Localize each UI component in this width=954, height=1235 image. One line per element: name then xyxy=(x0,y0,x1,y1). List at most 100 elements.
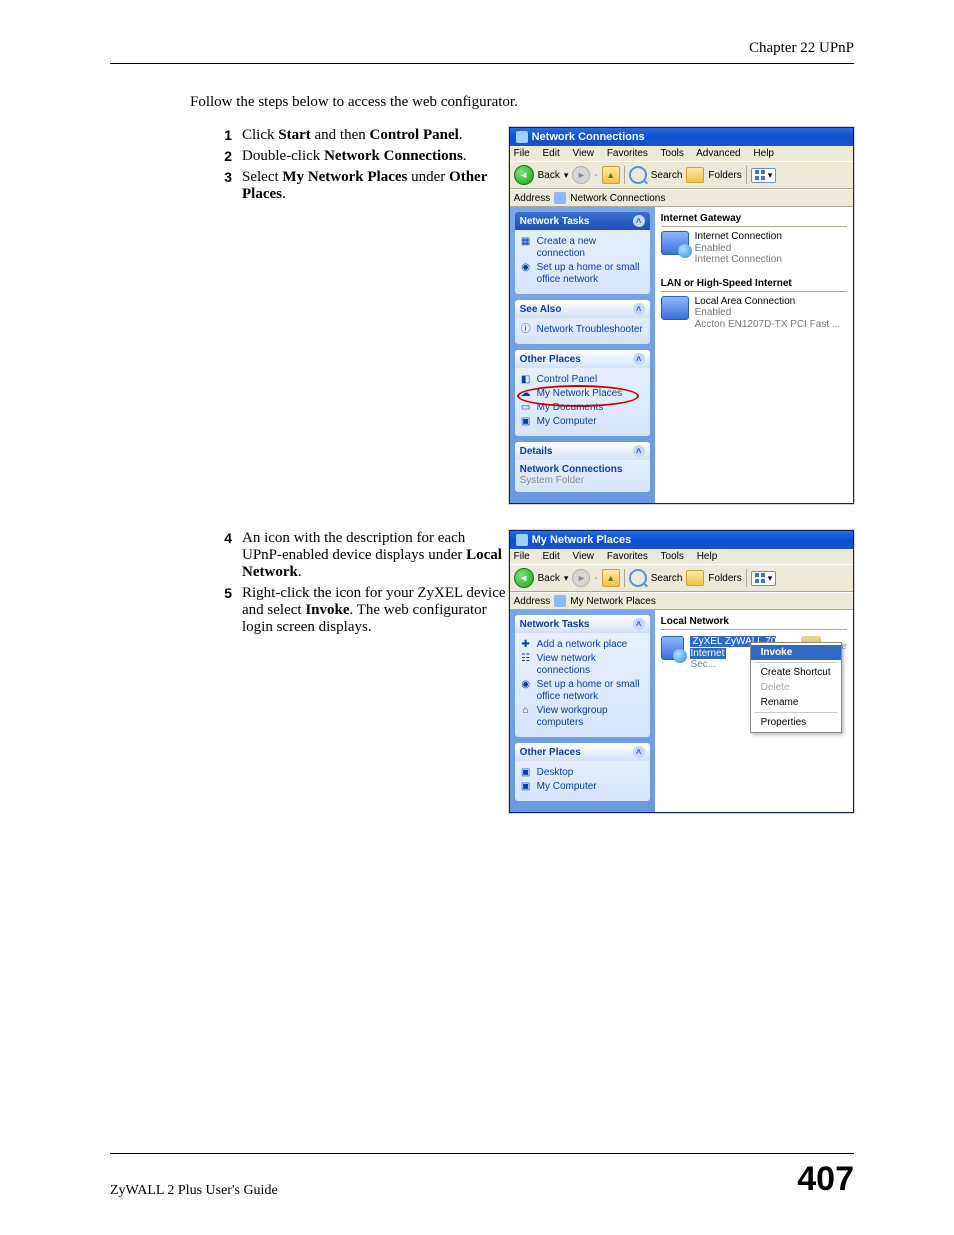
collapse-icon[interactable]: ˄ xyxy=(633,746,645,758)
folders-icon xyxy=(686,167,704,183)
toolbar: ◄ Back ▾ ► - ▲ Search Folders ▾ xyxy=(510,161,853,189)
connection-status: Enabled xyxy=(695,243,782,255)
step-num: 4 xyxy=(210,530,242,581)
place-link[interactable]: ▣My Computer xyxy=(520,416,645,428)
menu-item[interactable]: Tools xyxy=(661,551,684,562)
app-icon xyxy=(516,534,528,546)
task-link[interactable]: ✚Add a network place xyxy=(520,639,645,651)
menu-item[interactable]: Edit xyxy=(543,148,560,159)
details-name: Network Connections xyxy=(520,464,645,475)
step-body: An icon with the description for each UP… xyxy=(242,530,509,581)
panel-header[interactable]: Other Places˄ xyxy=(515,743,650,761)
internet-gateway-icon xyxy=(661,231,689,255)
views-icon xyxy=(755,573,767,583)
my-network-places-window: My Network Places File Edit View Favorit… xyxy=(509,530,854,813)
menu-item-delete: Delete xyxy=(751,680,841,695)
folders-button[interactable]: Folders xyxy=(708,573,741,584)
connection-item[interactable]: Local Area Connection Enabled Accton EN1… xyxy=(661,296,847,331)
back-dropdown-icon[interactable]: ▾ xyxy=(564,573,569,584)
window-titlebar[interactable]: My Network Places xyxy=(510,531,853,549)
menu-item[interactable]: Help xyxy=(753,148,774,159)
back-button[interactable]: ◄ xyxy=(514,568,534,588)
panel-header[interactable]: Network Tasks˄ xyxy=(515,615,650,633)
collapse-icon[interactable]: ˄ xyxy=(633,618,645,630)
menu-item-rename[interactable]: Rename xyxy=(751,695,841,710)
place-link[interactable]: ▣My Computer xyxy=(520,781,645,793)
left-task-pane: Network Tasks˄ ▦Create a new connection … xyxy=(510,207,655,503)
menu-item[interactable]: File xyxy=(514,148,530,159)
connection-via: Internet Connection xyxy=(695,254,782,266)
menu-item[interactable]: View xyxy=(573,148,595,159)
task-link[interactable]: ☷View network connections xyxy=(520,653,645,677)
menu-item[interactable]: Favorites xyxy=(607,551,648,562)
page-footer: ZyWALL 2 Plus User's Guide 407 xyxy=(110,1153,854,1199)
computer-icon: ▣ xyxy=(520,416,532,428)
guide-name: ZyWALL 2 Plus User's Guide xyxy=(110,1183,278,1199)
panel-header[interactable]: Other Places˄ xyxy=(515,350,650,368)
back-button[interactable]: ◄ xyxy=(514,165,534,185)
back-arrow-icon: ◄ xyxy=(519,573,528,583)
connection-item[interactable]: Internet Connection Enabled Internet Con… xyxy=(661,231,847,266)
back-label[interactable]: Back xyxy=(538,170,560,181)
task-link[interactable]: ◉Set up a home or small office network xyxy=(520,679,645,703)
task-link[interactable]: ◉Set up a home or small office network xyxy=(520,262,645,286)
address-label: Address xyxy=(514,596,551,607)
steps-a: 1 Click Start and then Control Panel. 2 … xyxy=(210,127,509,203)
menu-item-invoke[interactable]: Invoke xyxy=(751,645,841,660)
window-titlebar[interactable]: Network Connections xyxy=(510,128,853,146)
panel-header[interactable]: Network Tasks˄ xyxy=(515,212,650,230)
menu-bar[interactable]: File Edit View Favorites Tools Advanced … xyxy=(510,146,853,161)
step-body: Right-click the icon for your ZyXEL devi… xyxy=(242,585,509,636)
folders-button[interactable]: Folders xyxy=(708,170,741,181)
collapse-icon[interactable]: ˄ xyxy=(633,353,645,365)
menu-item[interactable]: Tools xyxy=(661,148,684,159)
collapse-icon[interactable]: ˄ xyxy=(633,303,645,315)
page-number: 407 xyxy=(797,1160,854,1199)
panel-header[interactable]: See Also˄ xyxy=(515,300,650,318)
back-label[interactable]: Back xyxy=(538,573,560,584)
step-body: Double-click Network Connections. xyxy=(242,148,509,165)
menu-bar[interactable]: File Edit View Favorites Tools Help xyxy=(510,549,853,564)
task-link[interactable]: ⓘNetwork Troubleshooter xyxy=(520,324,645,336)
step-body: Click Start and then Control Panel. xyxy=(242,127,509,144)
menu-item[interactable]: File xyxy=(514,551,530,562)
search-icon xyxy=(629,166,647,184)
search-button[interactable]: Search xyxy=(651,170,683,181)
collapse-icon[interactable]: ˄ xyxy=(633,445,645,457)
forward-arrow-icon: ► xyxy=(577,573,586,583)
menu-item-create-shortcut[interactable]: Create Shortcut xyxy=(751,665,841,680)
section-header: Local Network xyxy=(661,614,847,630)
section-header: LAN or High-Speed Internet xyxy=(661,276,847,292)
search-button[interactable]: Search xyxy=(651,573,683,584)
header-rule xyxy=(110,63,854,64)
collapse-icon[interactable]: ˄ xyxy=(633,215,645,227)
views-button[interactable]: ▾ xyxy=(751,571,777,586)
address-value[interactable]: Network Connections xyxy=(570,193,665,204)
menu-item-properties[interactable]: Properties xyxy=(751,715,841,730)
views-button[interactable]: ▾ xyxy=(751,168,777,183)
step-num: 5 xyxy=(210,585,242,636)
up-button[interactable]: ▲ xyxy=(602,569,620,587)
menu-item[interactable]: Advanced xyxy=(696,148,740,159)
menu-item[interactable]: Help xyxy=(697,551,718,562)
address-value[interactable]: My Network Places xyxy=(570,596,656,607)
back-arrow-icon: ◄ xyxy=(519,170,528,180)
highlight-circle xyxy=(517,385,639,407)
back-dropdown-icon[interactable]: ▾ xyxy=(564,170,569,181)
up-button[interactable]: ▲ xyxy=(602,166,620,184)
menu-item[interactable]: Edit xyxy=(543,551,560,562)
search-icon xyxy=(629,569,647,587)
chevron-down-icon: ▾ xyxy=(768,170,773,181)
task-link[interactable]: ▦Create a new connection xyxy=(520,236,645,260)
menu-item[interactable]: Favorites xyxy=(607,148,648,159)
left-task-pane: Network Tasks˄ ✚Add a network place ☷Vie… xyxy=(510,610,655,812)
task-link[interactable]: ⌂View workgroup computers xyxy=(520,705,645,729)
context-menu: Invoke Create Shortcut Delete Rename Pro… xyxy=(750,642,842,733)
address-icon xyxy=(554,595,566,607)
menu-item[interactable]: View xyxy=(573,551,595,562)
panel-header[interactable]: Details˄ xyxy=(515,442,650,460)
address-bar: Address My Network Places xyxy=(510,592,853,610)
place-link[interactable]: ▣Desktop xyxy=(520,767,645,779)
intro-text: Follow the steps below to access the web… xyxy=(190,94,854,111)
address-bar: Address Network Connections xyxy=(510,189,853,207)
